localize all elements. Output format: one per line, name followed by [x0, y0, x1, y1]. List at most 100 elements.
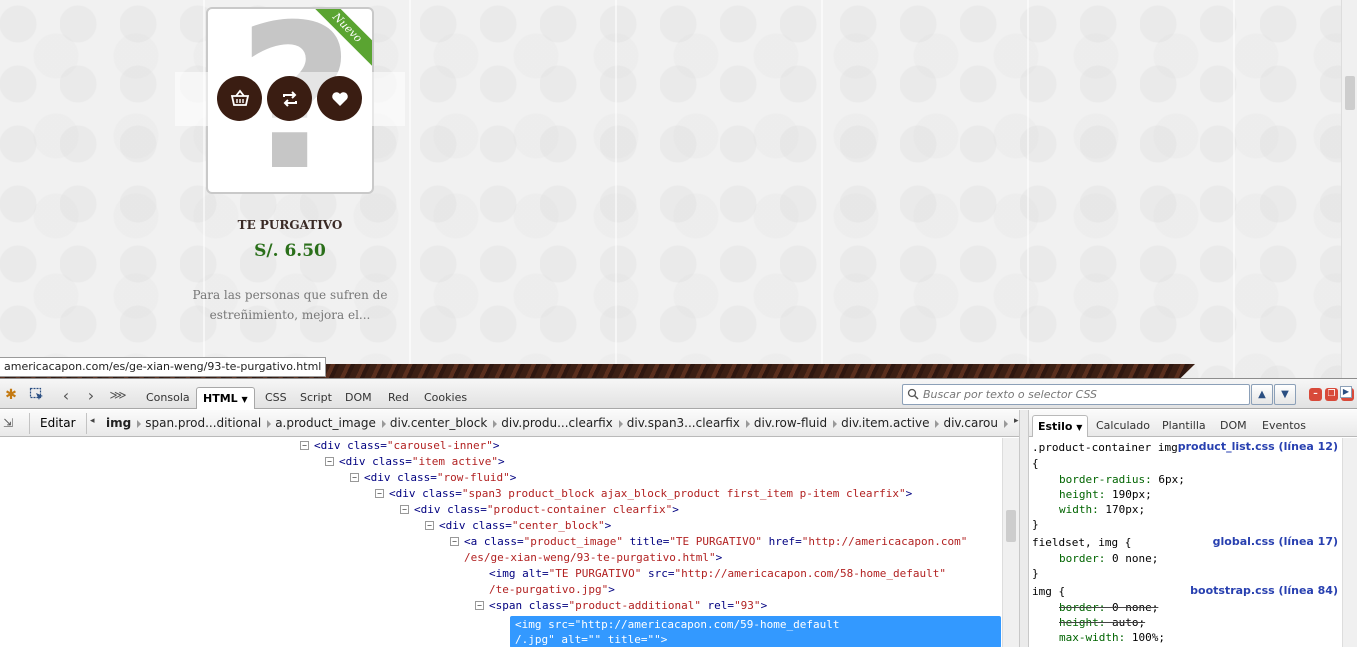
attr-name: class= — [522, 599, 569, 612]
html-node[interactable]: /es/ge-xian-weng/93-te-purgativo.html"> — [464, 550, 722, 566]
html-node[interactable]: <div class="center_block"> — [439, 518, 611, 534]
html-node[interactable]: <a class="product_image" title="TE PURGA… — [464, 534, 967, 550]
compare-button[interactable] — [267, 76, 312, 121]
breadcrumb-item[interactable]: div.carou — [937, 413, 1008, 434]
html-node[interactable]: <div class="row-fluid"> — [364, 470, 516, 486]
style-scrollbar[interactable] — [1342, 438, 1357, 647]
crumb-scroll-left-icon[interactable]: ◂ — [90, 416, 95, 426]
css-property[interactable]: width: 170px; — [1059, 502, 1145, 518]
side-tab-plantilla[interactable]: Plantilla — [1157, 415, 1211, 437]
expand-toggle-icon[interactable]: − — [325, 457, 334, 466]
expand-toggle-icon[interactable]: − — [425, 521, 434, 530]
attr-value: "carousel-inner" — [386, 439, 493, 452]
breadcrumb-item[interactable]: img — [100, 413, 142, 434]
firebug-bug-icon[interactable]: ✱ — [2, 386, 20, 404]
tab-css[interactable]: CSS — [259, 387, 293, 409]
selected-node[interactable]: <img src="http://americacapon.com/59-hom… — [510, 616, 1001, 647]
wishlist-button[interactable] — [317, 76, 362, 121]
breadcrumb-item[interactable]: div.item.active — [835, 413, 940, 434]
edit-button[interactable]: Editar — [29, 413, 87, 434]
breadcrumb-item[interactable]: span.prod...ditional — [139, 413, 272, 434]
css-source-link[interactable]: global.css (línea 17) — [1213, 535, 1338, 548]
search-next-button[interactable]: ▼ — [1274, 384, 1296, 405]
css-property[interactable]: border: 0 none; — [1059, 551, 1158, 567]
breadcrumb-item[interactable]: div.row-fluid — [748, 413, 838, 434]
attr-value: "http://americacapon.com/58-home_default… — [674, 567, 946, 580]
breadcrumb-item[interactable]: a.product_image — [269, 413, 386, 434]
html-scrollbar[interactable] — [1002, 438, 1019, 647]
html-node[interactable]: <div class="carousel-inner"> — [314, 438, 499, 454]
tag-close: > — [509, 471, 517, 484]
expand-toggle-icon[interactable]: − — [300, 441, 309, 450]
tab-dom[interactable]: DOM — [339, 387, 378, 409]
panel-splitter[interactable] — [1019, 410, 1029, 647]
breadcrumb-item[interactable]: div.center_block — [384, 413, 498, 434]
inspect-element-icon[interactable] — [28, 386, 46, 404]
css-property-value: 190px; — [1111, 488, 1152, 501]
html-node[interactable]: <span class="product-additional" rel="93… — [489, 598, 767, 614]
side-tab-calculado[interactable]: Calculado — [1091, 415, 1155, 437]
tab-script[interactable]: Script — [294, 387, 338, 409]
css-property[interactable]: border-radius: 6px; — [1059, 472, 1185, 488]
detach-icon[interactable]: ❐ — [1325, 388, 1338, 401]
side-tab-dom[interactable]: DOM — [1215, 415, 1252, 437]
css-property-name: border-radius: — [1059, 473, 1159, 486]
css-property[interactable]: height: 190px; — [1059, 487, 1152, 503]
expand-toggle-icon[interactable]: − — [475, 601, 484, 610]
page-scrollbar[interactable] — [1341, 0, 1357, 378]
tab-html[interactable]: HTML ▼ — [196, 387, 255, 409]
side-tab-eventos[interactable]: Eventos — [1257, 415, 1311, 437]
css-selector[interactable]: fieldset, img { — [1032, 535, 1131, 551]
expand-toggle-icon[interactable]: − — [400, 505, 409, 514]
attr-value: "row-fluid" — [436, 471, 510, 484]
expand-panel-icon[interactable]: ⇲ — [3, 416, 19, 432]
expand-toggle-icon[interactable]: − — [450, 537, 459, 546]
forward-arrow-icon[interactable]: › — [82, 386, 100, 405]
selected-node-line: <img src="http://americacapon.com/59-hom… — [515, 618, 840, 631]
html-node[interactable]: <div class="item active"> — [339, 454, 505, 470]
css-property[interactable]: height: auto; — [1059, 615, 1145, 631]
expand-toggle-icon[interactable]: − — [350, 473, 359, 482]
side-tab-estilo-label: Estilo — [1038, 420, 1073, 433]
css-source-link[interactable]: bootstrap.css (línea 84) — [1190, 584, 1338, 597]
html-node[interactable]: <img alt="TE PURGATIVO" src="http://amer… — [489, 566, 946, 582]
breadcrumb-item[interactable]: div.span3...clearfix — [621, 413, 751, 434]
css-brace-close: } — [1032, 567, 1039, 580]
expand-toggle-icon[interactable]: − — [375, 489, 384, 498]
html-node[interactable]: <div class="span3 product_block ajax_blo… — [389, 486, 912, 502]
selected-node-line: /.jpg" alt="" title=""> — [515, 633, 668, 646]
search-placeholder: Buscar por texto o selector CSS — [923, 388, 1098, 401]
css-selector[interactable]: .product-container img — [1032, 440, 1178, 456]
minimize-icon[interactable]: – — [1309, 388, 1322, 401]
side-tab-estilo[interactable]: Estilo ▼ — [1032, 415, 1089, 437]
attr-name: alt= — [515, 567, 549, 580]
css-search-input[interactable]: Buscar por texto o selector CSS — [902, 384, 1250, 405]
css-property-name: width: — [1059, 503, 1106, 516]
tab-consola[interactable]: Consola — [140, 387, 196, 409]
html-node[interactable]: /te-purgativo.jpg"> — [489, 582, 615, 598]
page-scrollbar-thumb[interactable] — [1345, 76, 1355, 110]
back-arrow-icon[interactable]: ‹ — [57, 386, 75, 405]
attr-value: "product-container clearfix" — [486, 503, 673, 516]
breadcrumb-item[interactable]: div.produ...clearfix — [495, 413, 623, 434]
search-prev-button[interactable]: ▲ — [1251, 384, 1273, 405]
side-tabs-more-icon[interactable]: ▶ — [1340, 386, 1352, 398]
attr-name: rel= — [700, 599, 735, 612]
product-name-link[interactable]: TE PURGATIVO — [190, 218, 390, 232]
basket-icon — [230, 89, 249, 106]
html-scrollbar-thumb[interactable] — [1006, 510, 1016, 542]
tag-close: > — [492, 439, 500, 452]
tab-red[interactable]: Red — [382, 387, 415, 409]
css-selector[interactable]: img { — [1032, 584, 1065, 600]
add-to-cart-button[interactable] — [217, 76, 262, 121]
command-line-icon[interactable]: ⋙ — [109, 386, 127, 404]
html-node[interactable]: <div class="product-container clearfix"> — [414, 502, 679, 518]
css-property[interactable]: max-width: 100%; — [1059, 630, 1165, 646]
css-property[interactable]: border: 0 none; — [1059, 600, 1158, 616]
tab-cookies[interactable]: Cookies — [418, 387, 473, 409]
crumb-scroll-right-icon[interactable]: ▸ — [1014, 416, 1019, 426]
css-source-link[interactable]: product_list.css (línea 12) — [1178, 440, 1338, 453]
tag-open: <div — [314, 439, 341, 452]
attr-name: title= — [622, 535, 670, 548]
css-property-value: 6px; — [1158, 473, 1185, 486]
